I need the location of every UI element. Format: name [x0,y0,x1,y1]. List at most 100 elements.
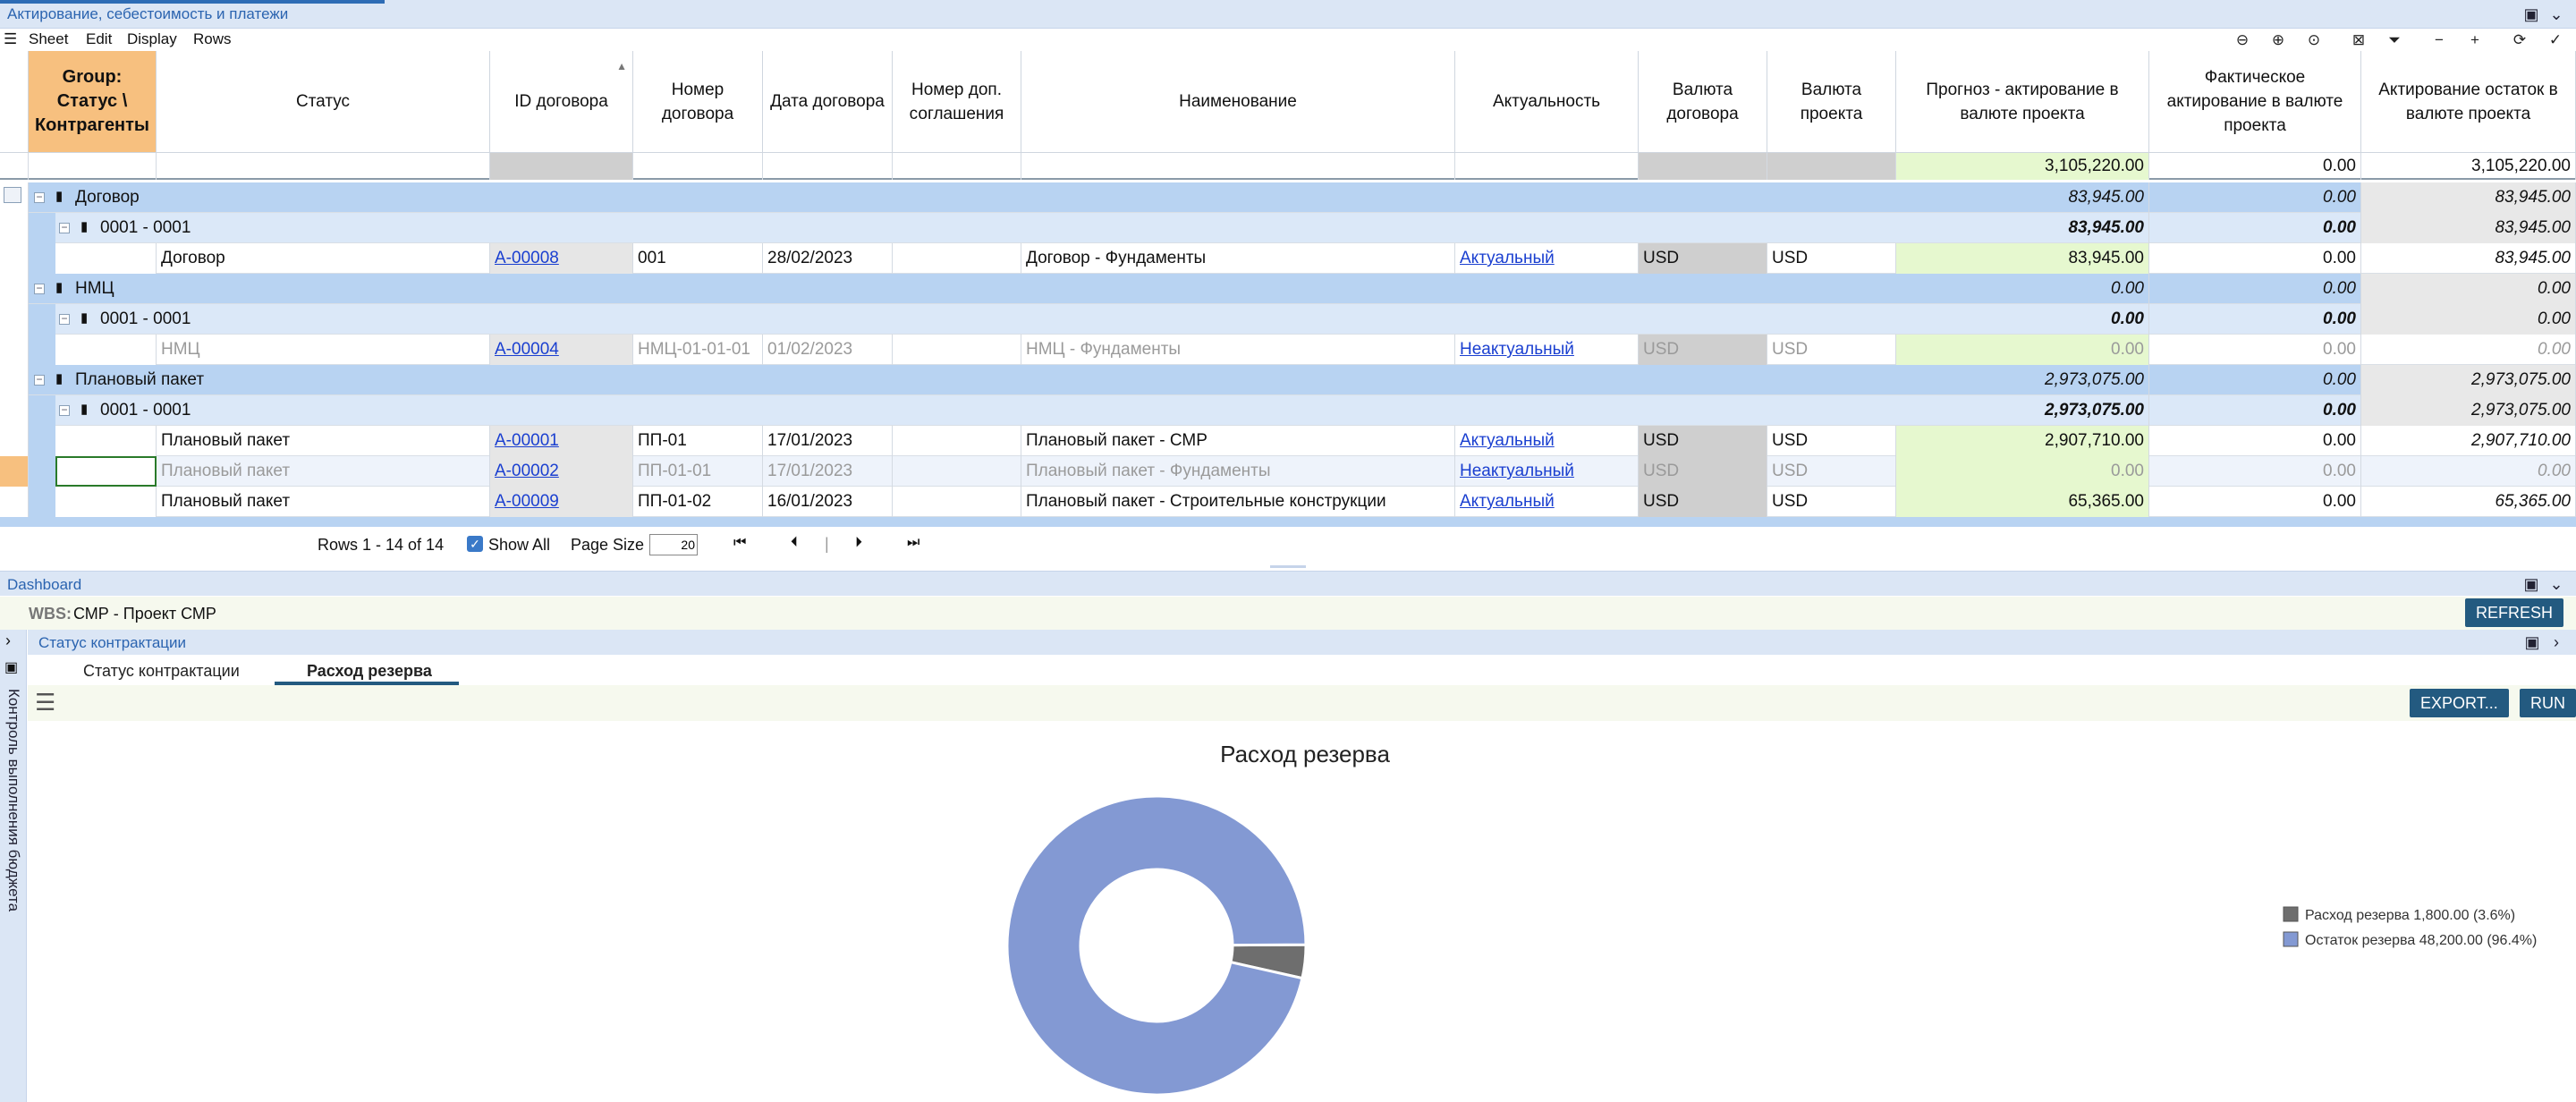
header-number[interactable]: Номер договора [633,51,763,153]
row-indicator[interactable] [0,274,29,304]
side-window-icon[interactable]: ▣ [4,658,18,676]
first-page-icon[interactable]: ⏮ [733,535,746,551]
row-indicator[interactable] [0,335,29,365]
panel-next-icon[interactable]: › [2546,632,2567,653]
table-row[interactable]: Плановый пакет A-00001 ПП-01 17/01/2023 План… [0,426,2576,456]
group-cell[interactable] [55,335,157,365]
forecast-cell[interactable]: 0.00 [1896,335,2149,365]
row-indicator[interactable] [0,395,29,426]
date-cell[interactable]: 01/02/2023 [763,335,893,365]
total-addnum[interactable] [893,153,1021,180]
status-cell[interactable]: Плановый пакет [157,426,490,456]
zoom-in-icon[interactable]: ⊕ [2267,30,2290,50]
header-rest[interactable]: Актирование остаток в валюте проекта [2361,51,2576,153]
row-indicator[interactable] [0,456,29,487]
row-indicator[interactable] [0,426,29,456]
name-cell[interactable]: Плановый пакет - Фундаменты [1021,456,1455,487]
total-number[interactable] [633,153,763,180]
date-cell[interactable]: 28/02/2023 [763,243,893,274]
pie-slice-1[interactable] [1005,794,1308,1097]
id-cell[interactable]: A-00009 [490,487,633,517]
next-page-icon[interactable]: ⏵ [855,535,862,551]
total-date[interactable] [763,153,893,180]
number-cell[interactable]: ПП-01-01 [633,456,763,487]
tab-contract-status[interactable]: Статус контрактации [83,662,240,681]
page-size-input[interactable] [649,534,698,555]
splitter-handle[interactable] [1270,565,1306,568]
id-cell[interactable]: A-00001 [490,426,633,456]
row-indicator[interactable] [0,243,29,274]
actuality-link[interactable]: Неактуальный [1460,462,1574,480]
contract-link[interactable]: A-00008 [495,249,559,267]
menu-rows[interactable]: Rows [193,29,232,50]
name-cell[interactable]: НМЦ - Фундаменты [1021,335,1455,365]
actual-cell[interactable]: Неактуальный [1455,335,1639,365]
number-cell[interactable]: ПП-01-02 [633,487,763,517]
id-cell[interactable]: A-00004 [490,335,633,365]
header-forecast[interactable]: Прогноз - актирование в валюте проекта [1896,51,2149,153]
menu-edit[interactable]: Edit [86,29,112,50]
tab-reserve-usage[interactable]: Расход резерва [307,662,432,681]
addnum-cell[interactable] [893,487,1021,517]
header-cur-contract[interactable]: Валюта договора [1639,51,1767,153]
group-cell[interactable] [55,243,157,274]
copy-rows-icon[interactable] [4,187,21,203]
addnum-cell[interactable] [893,456,1021,487]
collapse-toggle-icon[interactable]: − [34,374,45,386]
last-page-icon[interactable]: ⏭ [907,535,919,551]
collapse-all-icon[interactable]: − [2428,30,2451,50]
group-row[interactable]: − ▮ 0001 - 0001 83,945.00 0.00 83,945.00 [0,213,2576,243]
number-cell[interactable]: ПП-01 [633,426,763,456]
status-cell[interactable]: Договор [157,243,490,274]
legend-swatch-1[interactable] [2283,931,2299,947]
group-cell[interactable] [55,487,157,517]
contract-link[interactable]: A-00009 [495,492,559,511]
actual-cell[interactable]: Актуальный [1455,487,1639,517]
collapse-toggle-icon[interactable]: − [59,404,70,416]
status-cell[interactable]: НМЦ [157,335,490,365]
confirm-icon[interactable]: ✓ [2544,30,2567,50]
group-row[interactable]: − ▮ НМЦ 0.00 0.00 0.00 [0,274,2576,304]
group-cell[interactable] [55,456,157,487]
group-row[interactable]: − ▮ Плановый пакет 2,973,075.00 0.00 2,973,07… [0,365,2576,395]
number-cell[interactable]: 001 [633,243,763,274]
header-addnum[interactable]: Номер доп. соглашения [893,51,1021,153]
expand-all-icon[interactable]: + [2463,30,2487,50]
refresh-icon[interactable]: ⟳ [2508,30,2531,50]
forecast-cell[interactable]: 2,907,710.00 [1896,426,2149,456]
actual-cell[interactable]: Актуальный [1455,243,1639,274]
collapse-icon[interactable]: ⌄ [2546,4,2567,25]
menu-display[interactable]: Display [127,29,177,50]
total-name[interactable] [1021,153,1455,180]
date-cell[interactable]: 17/01/2023 [763,456,893,487]
panel-maximize-icon[interactable]: ▣ [2521,632,2543,653]
header-status[interactable]: Статус [157,51,490,153]
collapse-toggle-icon[interactable]: − [34,283,45,294]
table-row[interactable]: НМЦ A-00004 НМЦ-01-01-01 01/02/2023 НМЦ - Фу… [0,335,2576,365]
header-fact[interactable]: Фактическое актирование в валюте проекта [2149,51,2361,153]
total-actual[interactable] [1455,153,1639,180]
total-group[interactable] [29,153,157,180]
header-id[interactable]: ID договора ▲ [490,51,633,153]
group-row[interactable]: − ▮ 0001 - 0001 0.00 0.00 0.00 [0,304,2576,335]
actual-cell[interactable]: Актуальный [1455,426,1639,456]
id-cell[interactable]: A-00002 [490,456,633,487]
status-cell[interactable]: Плановый пакет [157,487,490,517]
name-cell[interactable]: Договор - Фундаменты [1021,243,1455,274]
row-indicator[interactable] [0,487,29,517]
row-indicator[interactable] [0,304,29,335]
run-button[interactable]: RUN [2520,689,2576,717]
zoom-out-icon[interactable]: ⊖ [2231,30,2254,50]
sort-asc-icon[interactable]: ▲ [616,55,627,79]
collapse-toggle-icon[interactable]: − [59,313,70,325]
prev-page-icon[interactable]: ⏴ [791,535,798,551]
filter-icon[interactable]: ⏷ [2383,30,2406,50]
id-cell[interactable]: A-00008 [490,243,633,274]
actual-cell[interactable]: Неактуальный [1455,456,1639,487]
contract-link[interactable]: A-00004 [495,340,559,359]
collapse-toggle-icon[interactable]: − [59,222,70,233]
forecast-cell[interactable]: 83,945.00 [1896,243,2149,274]
header-name[interactable]: Наименование [1021,51,1455,153]
maximize-icon[interactable]: ▣ [2521,4,2542,25]
clear-filter-icon[interactable]: ⊠ [2347,30,2370,50]
